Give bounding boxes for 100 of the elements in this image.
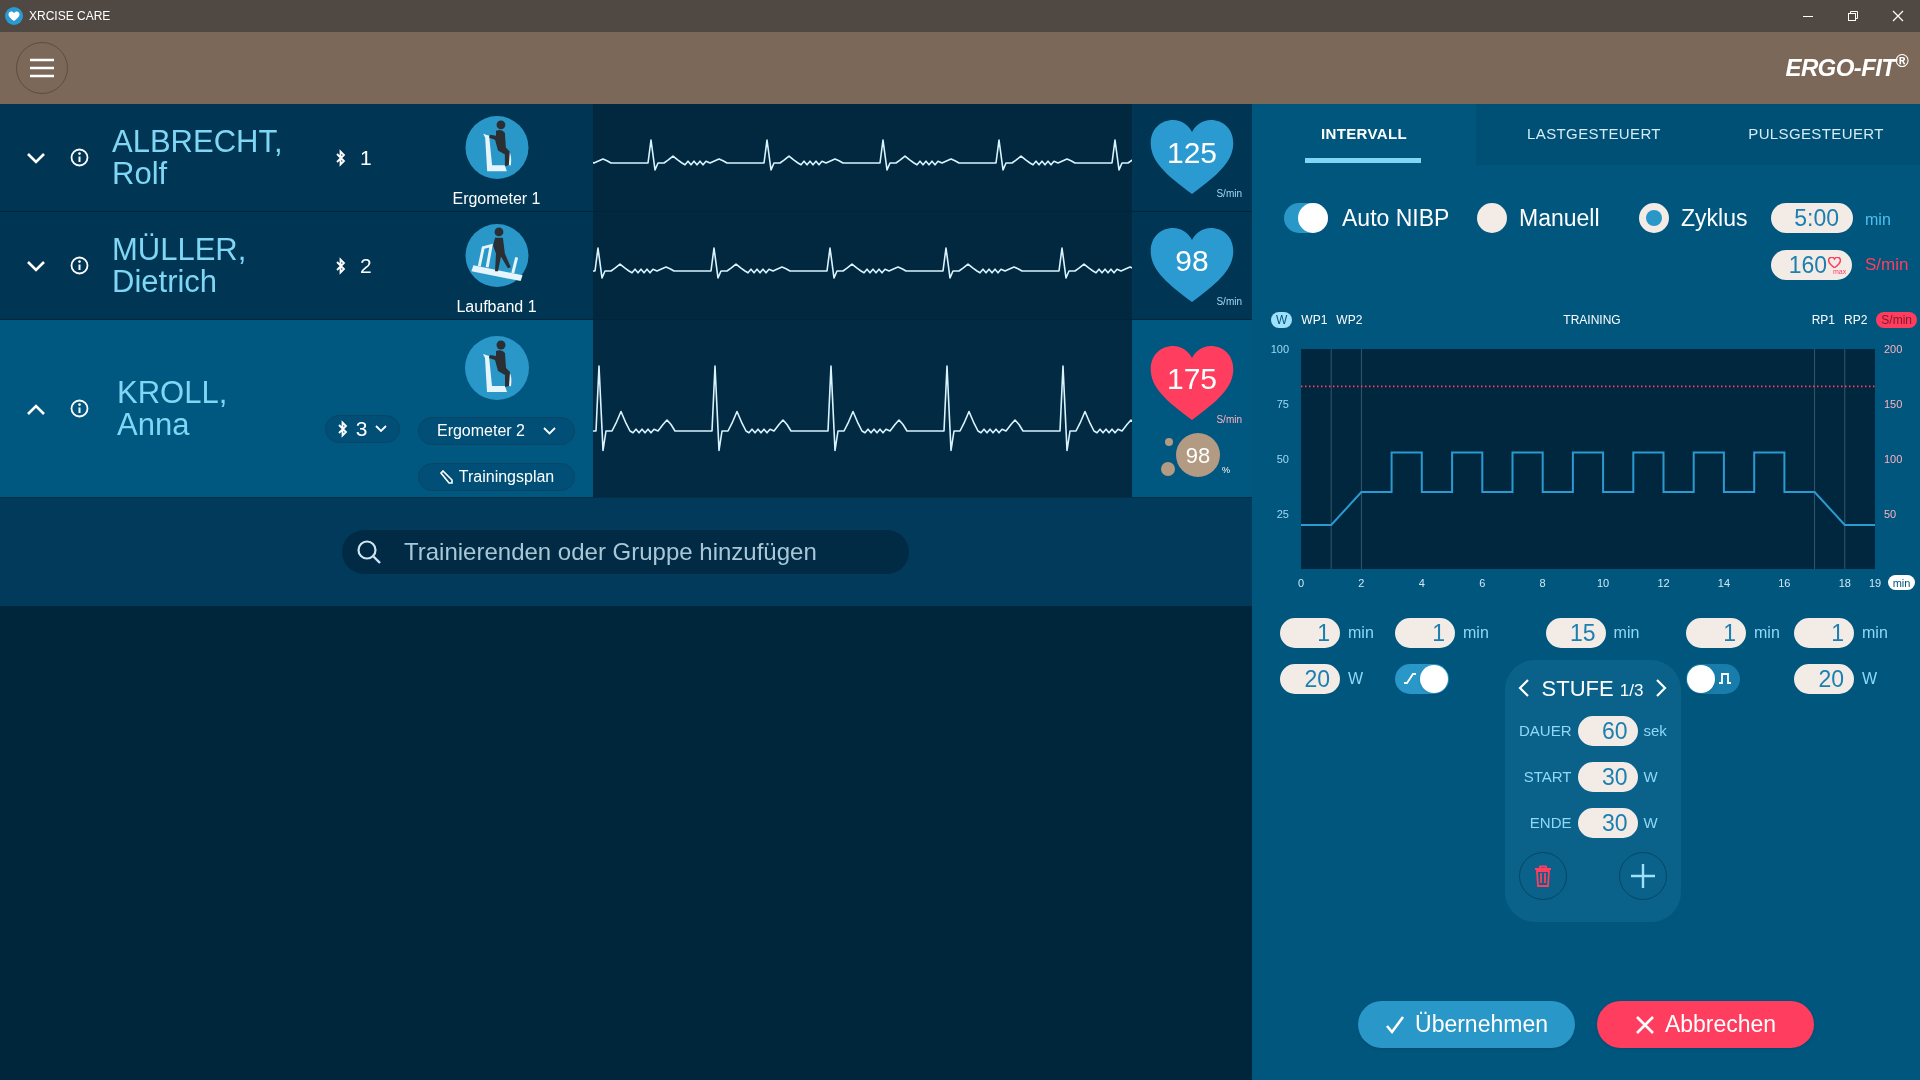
radio-label: Manuell: [1519, 203, 1600, 233]
radio-button[interactable]: [1477, 203, 1507, 233]
number-field[interactable]: 20: [1280, 664, 1340, 694]
chevron-up-icon[interactable]: [26, 402, 46, 415]
interval-field[interactable]: 5:00: [1771, 203, 1853, 233]
chart-title: TRAINING: [1562, 312, 1622, 329]
channel-dropdown[interactable]: 3: [325, 415, 400, 443]
bubble-dots-icon: [1160, 437, 1176, 477]
info-icon[interactable]: [70, 399, 89, 418]
search-icon: [356, 539, 382, 565]
toggle-label: Auto NIBP: [1342, 203, 1450, 233]
pulse-toggle[interactable]: [1686, 664, 1740, 694]
axis-tick-label: 25: [1276, 508, 1289, 520]
cancel-button[interactable]: Abbrechen: [1597, 1001, 1814, 1048]
unit-label: min: [1463, 623, 1489, 643]
unit-label: min: [1862, 623, 1888, 643]
unit-label: W: [1643, 812, 1659, 833]
trainee-name: MÜLLER, Dietrich: [112, 233, 247, 298]
axis-tick-label: 6: [1479, 577, 1486, 589]
checkmark-icon: [1385, 1014, 1405, 1035]
field-label: ENDE: [1528, 812, 1572, 833]
oxygen-saturation: 98: [1176, 433, 1220, 477]
phase-label: RP2: [1843, 312, 1868, 329]
axis-tick-label: 75: [1276, 398, 1289, 410]
info-icon[interactable]: [70, 256, 89, 275]
tab[interactable]: INTERVALL: [1252, 104, 1476, 165]
close-icon[interactable]: [1892, 10, 1904, 22]
number-field[interactable]: 1: [1280, 618, 1340, 648]
chevron-left-icon[interactable]: [1517, 678, 1530, 698]
delete-button[interactable]: [1518, 852, 1567, 900]
axis-tick-label: 2: [1358, 577, 1365, 589]
oxygen-unit: %: [1222, 463, 1230, 477]
unit-label: S/min: [1865, 254, 1909, 277]
stage-title: STUFE 1/3: [1541, 674, 1644, 703]
heart-rate: 98: [1174, 243, 1210, 279]
bluetooth-icon: [336, 256, 346, 275]
axis-tick-label: 50: [1276, 453, 1289, 465]
unit-label: W: [1862, 669, 1878, 689]
axis-tick-label: 0: [1297, 577, 1305, 589]
phase-label: WP1: [1301, 312, 1328, 329]
unit-label: min: [1754, 623, 1780, 643]
unit-label: min: [1865, 210, 1891, 230]
axis-tick-label: 50: [1884, 508, 1897, 520]
pulse-icon: [1718, 672, 1732, 684]
auto-nibp-toggle[interactable]: [1284, 203, 1328, 233]
menu-icon: [29, 58, 55, 78]
axis-tick-label: 10: [1597, 577, 1610, 589]
menu-button[interactable]: [16, 42, 68, 94]
number-field[interactable]: 15: [1545, 618, 1606, 648]
exercise-bike-icon: [464, 336, 529, 400]
unit-badge: W: [1271, 312, 1293, 328]
trash-icon: [1533, 865, 1552, 887]
close-icon: [1634, 1014, 1655, 1035]
bluetooth-icon: [336, 148, 346, 167]
axis-tick-label: 4: [1418, 577, 1425, 589]
unit-badge: S/min: [1876, 312, 1917, 328]
axis-tick-label: 150: [1884, 398, 1903, 410]
restore-icon[interactable]: [1847, 10, 1859, 22]
info-icon[interactable]: [70, 148, 89, 167]
axis-tick-label: 14: [1717, 577, 1731, 589]
search-field[interactable]: Trainierenden oder Gruppe hinzufügen: [342, 530, 909, 574]
chevron-down-icon[interactable]: [26, 259, 46, 272]
plus-icon: [1629, 863, 1656, 889]
radio-button[interactable]: [1639, 203, 1669, 233]
axis-tick-label: 100: [1270, 343, 1289, 355]
app-icon: [5, 7, 23, 25]
trainee-name: ALBRECHT, Rolf: [112, 125, 283, 190]
number-field[interactable]: 30: [1577, 808, 1638, 838]
heart-rate: 175: [1165, 361, 1219, 397]
channel-number: 1: [360, 144, 372, 171]
number-field[interactable]: 60: [1577, 716, 1638, 746]
number-field[interactable]: 1: [1686, 618, 1746, 648]
radio-label: Zyklus: [1681, 203, 1748, 233]
confirm-button[interactable]: Übernehmen: [1358, 1001, 1575, 1048]
axis-tick-label: 200: [1884, 343, 1903, 355]
channel-number: 2: [360, 252, 372, 279]
unit-label: W: [1348, 669, 1364, 689]
device-dropdown[interactable]: Ergometer 2: [418, 417, 575, 445]
treadmill-icon: [464, 224, 529, 287]
number-field[interactable]: 1: [1794, 618, 1854, 648]
axis-unit-badge: min: [1888, 575, 1915, 590]
pencil-icon: [438, 470, 453, 484]
number-field[interactable]: 20: [1794, 664, 1854, 694]
heart-rate: 125: [1165, 135, 1219, 171]
ramp-toggle[interactable]: [1395, 664, 1449, 694]
plan-button[interactable]: Trainingsplan: [418, 463, 575, 491]
caret-icon: [375, 425, 388, 433]
axis-tick-label: 8: [1539, 577, 1546, 589]
chevron-down-icon[interactable]: [26, 151, 46, 164]
bluetooth-icon: [337, 420, 348, 438]
heart-outline-icon: [1828, 257, 1841, 268]
axis-tick-label: 16: [1778, 577, 1791, 589]
field-label: START: [1522, 766, 1572, 787]
number-field[interactable]: 30: [1577, 762, 1638, 792]
field-label: DAUER: [1518, 720, 1572, 741]
number-field[interactable]: 1: [1395, 618, 1455, 648]
heart-rate-unit: S/min: [1216, 295, 1242, 309]
chevron-right-icon[interactable]: [1655, 678, 1668, 698]
add-button[interactable]: [1618, 852, 1667, 900]
unit-label: min: [1613, 623, 1640, 643]
